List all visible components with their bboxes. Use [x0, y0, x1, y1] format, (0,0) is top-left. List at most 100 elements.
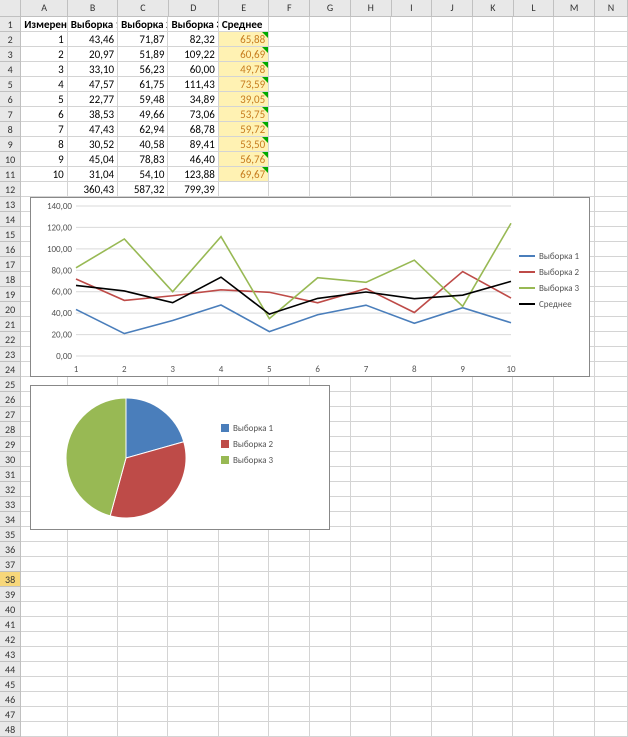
cell[interactable]: [595, 257, 628, 272]
row-header[interactable]: 13: [0, 197, 21, 212]
row-header[interactable]: 11: [0, 167, 21, 182]
cell[interactable]: [21, 722, 68, 737]
cell[interactable]: [351, 437, 392, 452]
cell[interactable]: [21, 617, 68, 632]
cell[interactable]: [391, 152, 432, 167]
cell[interactable]: [391, 527, 432, 542]
cell[interactable]: [310, 647, 351, 662]
cell[interactable]: [432, 407, 473, 422]
cell[interactable]: [391, 17, 432, 32]
cell[interactable]: Выборка 2: [118, 17, 168, 32]
cell[interactable]: [219, 662, 269, 677]
cell[interactable]: [118, 542, 168, 557]
cell[interactable]: [473, 32, 514, 47]
cell[interactable]: 6: [21, 107, 68, 122]
cell[interactable]: [432, 122, 473, 137]
cell[interactable]: [513, 167, 554, 182]
cell[interactable]: [310, 77, 351, 92]
cell[interactable]: [554, 437, 595, 452]
cell[interactable]: 56,76: [219, 152, 269, 167]
cell[interactable]: [391, 587, 432, 602]
cell[interactable]: [595, 707, 628, 722]
cell[interactable]: [310, 152, 351, 167]
row-header[interactable]: 4: [0, 62, 21, 77]
cell[interactable]: [351, 602, 392, 617]
cell[interactable]: [21, 677, 68, 692]
cell[interactable]: [513, 647, 554, 662]
cell[interactable]: [351, 107, 392, 122]
cell[interactable]: [219, 617, 269, 632]
cell[interactable]: [554, 62, 595, 77]
cell[interactable]: [21, 662, 68, 677]
cell[interactable]: [68, 587, 118, 602]
cell[interactable]: [554, 377, 595, 392]
cell[interactable]: [473, 152, 514, 167]
cell[interactable]: [595, 227, 628, 242]
cell[interactable]: [391, 137, 432, 152]
cell[interactable]: Измерение: [21, 17, 68, 32]
cell[interactable]: [595, 647, 628, 662]
cell[interactable]: [513, 617, 554, 632]
cell[interactable]: [595, 92, 628, 107]
cell[interactable]: [219, 632, 269, 647]
cell[interactable]: [351, 557, 392, 572]
cell[interactable]: [595, 677, 628, 692]
cell[interactable]: [432, 467, 473, 482]
cell[interactable]: [513, 422, 554, 437]
cell[interactable]: [391, 107, 432, 122]
cell[interactable]: [432, 662, 473, 677]
cell[interactable]: [595, 362, 628, 377]
cell[interactable]: [432, 497, 473, 512]
row-header[interactable]: 41: [0, 617, 21, 632]
cell[interactable]: [351, 527, 392, 542]
cell[interactable]: [351, 47, 392, 62]
cell[interactable]: [554, 482, 595, 497]
cell[interactable]: [595, 482, 628, 497]
col-header-J[interactable]: J: [432, 0, 473, 16]
row-header[interactable]: 21: [0, 317, 21, 332]
cell[interactable]: [168, 587, 218, 602]
cell[interactable]: [432, 512, 473, 527]
cell[interactable]: [554, 467, 595, 482]
cell[interactable]: [473, 92, 514, 107]
cell[interactable]: [351, 377, 392, 392]
cell[interactable]: 799,39: [168, 182, 218, 197]
cell[interactable]: [391, 452, 432, 467]
cell[interactable]: [595, 137, 628, 152]
row-header[interactable]: 32: [0, 482, 21, 497]
row-header[interactable]: 30: [0, 452, 21, 467]
cell[interactable]: [351, 497, 392, 512]
cell[interactable]: [269, 182, 310, 197]
cell[interactable]: [391, 707, 432, 722]
cell[interactable]: [473, 602, 514, 617]
cell[interactable]: [473, 527, 514, 542]
cell[interactable]: [554, 617, 595, 632]
cell[interactable]: [68, 572, 118, 587]
cell[interactable]: [595, 317, 628, 332]
row-header[interactable]: 5: [0, 77, 21, 92]
cell[interactable]: [473, 662, 514, 677]
cell[interactable]: 59,72: [219, 122, 269, 137]
cell[interactable]: [68, 602, 118, 617]
cell[interactable]: [473, 422, 514, 437]
cell[interactable]: [432, 677, 473, 692]
cell[interactable]: [432, 602, 473, 617]
cell[interactable]: [554, 512, 595, 527]
cell[interactable]: [595, 287, 628, 302]
cell[interactable]: [595, 107, 628, 122]
cell[interactable]: [351, 92, 392, 107]
cell[interactable]: [391, 602, 432, 617]
cell[interactable]: [351, 707, 392, 722]
cell[interactable]: [473, 167, 514, 182]
cell[interactable]: [473, 587, 514, 602]
cell[interactable]: [513, 452, 554, 467]
cell[interactable]: [473, 512, 514, 527]
cell[interactable]: [269, 32, 310, 47]
cell[interactable]: 53,50: [219, 137, 269, 152]
cell[interactable]: [269, 92, 310, 107]
cell[interactable]: [595, 497, 628, 512]
cell[interactable]: [513, 662, 554, 677]
cell[interactable]: Выборка 1: [68, 17, 118, 32]
cell[interactable]: [513, 587, 554, 602]
cell[interactable]: [513, 122, 554, 137]
